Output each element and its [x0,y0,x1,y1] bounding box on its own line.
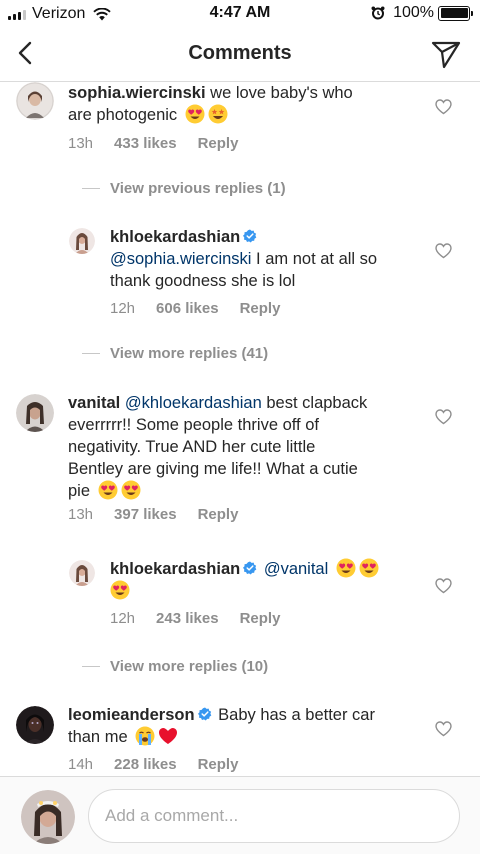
red-heart-emoji [158,726,178,746]
comment-text: I am not at all so [251,250,378,268]
heart-eyes-emoji [185,104,205,124]
likes-count[interactable]: 606 likes [156,300,219,317]
view-replies-button[interactable]: View previous replies (1) [82,180,286,197]
comment-meta: 13h 397 likes Reply [68,506,238,523]
comment-body: leomieanderson Baby has a better car tha… [68,704,428,748]
comment-text: pie [68,482,91,500]
mention-link[interactable]: @khloekardashian [125,394,262,412]
comment-username[interactable]: sophia.wiercinski [68,84,206,102]
view-replies-button[interactable]: View more replies (41) [82,345,268,362]
comment-time: 14h [68,756,94,773]
comment-meta: 13h 433 likes Reply [68,135,238,152]
comment-username[interactable]: khloekardashian [110,560,240,578]
avatar[interactable] [16,706,54,744]
comment-text: best clapback [261,394,368,412]
likes-count[interactable]: 433 likes [114,135,177,152]
page-title: Comments [188,42,292,64]
avatar[interactable] [69,560,95,586]
view-replies-button[interactable]: View more replies (10) [82,658,268,675]
divider [82,188,100,189]
comment-meta: 12h 243 likes Reply [110,610,280,627]
comment-username[interactable]: leomieanderson [68,706,195,724]
reply-button[interactable]: Reply [198,506,239,523]
likes-count[interactable]: 243 likes [156,610,219,627]
battery-label: 100% [393,4,434,21]
likes-count[interactable]: 228 likes [114,756,177,773]
comments-list[interactable]: sophia.wiercinski we love baby's who are… [0,82,480,776]
comment-text: we love baby's who [210,84,353,102]
avatar[interactable] [16,82,54,120]
comment-body: khloekardashian @sophia.wiercinski I am … [110,226,430,292]
reply-button[interactable]: Reply [240,300,281,317]
view-replies-label: View more replies (10) [110,658,269,675]
heart-icon[interactable] [435,243,452,259]
heart-eyes-emoji [121,480,141,500]
likes-count[interactable]: 397 likes [114,506,177,523]
comment-body: vanital @khloekardashian best clapback e… [68,392,438,502]
comment-text: than me [68,728,128,746]
avatar[interactable] [16,394,54,432]
divider [82,353,100,354]
comment-text: Baby has a better car [218,706,375,724]
heart-icon[interactable] [435,99,452,115]
mention-link[interactable]: @vanital [264,560,328,578]
verified-badge-icon [243,229,257,243]
heart-eyes-emoji [359,558,379,578]
comment-username[interactable]: khloekardashian [110,228,240,246]
crying-emoji [135,726,155,746]
battery-icon [438,5,473,21]
heart-icon[interactable] [435,721,452,737]
comment-text: everrrrr!! Some people thrive off of [68,416,319,434]
comment-text: are photogenic [68,106,178,124]
comment-time: 13h [68,135,94,152]
avatar[interactable] [69,228,95,254]
mention-link[interactable]: @sophia.wiercinski [110,250,251,268]
reply-button[interactable]: Reply [240,610,281,627]
comment-composer [0,776,480,854]
heart-icon[interactable] [435,409,452,425]
comment-time: 12h [110,610,136,627]
header: Comments [0,28,480,82]
comment-input[interactable] [88,789,460,843]
send-icon[interactable] [430,38,462,70]
star-struck-emoji [208,104,228,124]
divider [82,666,100,667]
alarm-icon [371,6,385,20]
view-replies-label: View previous replies (1) [110,180,286,197]
comment-meta: 12h 606 likes Reply [110,300,280,317]
comment-text: thank goodness she is lol [110,272,296,290]
comment-text: Bentley are giving me life!! What a cuti… [68,460,358,478]
view-replies-label: View more replies (41) [110,345,269,362]
heart-eyes-emoji [336,558,356,578]
comment-body: sophia.wiercinski we love baby's who are… [68,82,428,126]
heart-eyes-emoji [110,580,130,600]
status-bar: Verizon 4:47 AM 100% [0,0,480,28]
comment-time: 12h [110,300,136,317]
verified-badge-icon [243,561,257,575]
comment-text: negativity. True AND her cute little [68,438,316,456]
comment-username[interactable]: vanital [68,394,120,412]
heart-eyes-emoji [98,480,118,500]
my-avatar [21,790,75,844]
reply-button[interactable]: Reply [198,135,239,152]
comment-meta: 14h 228 likes Reply [68,756,238,773]
verified-badge-icon [198,707,212,721]
heart-icon[interactable] [435,578,452,594]
reply-button[interactable]: Reply [198,756,239,773]
battery-group: 100% [371,4,473,22]
comment-time: 13h [68,506,94,523]
comment-body: khloekardashian @vanital [110,558,430,602]
